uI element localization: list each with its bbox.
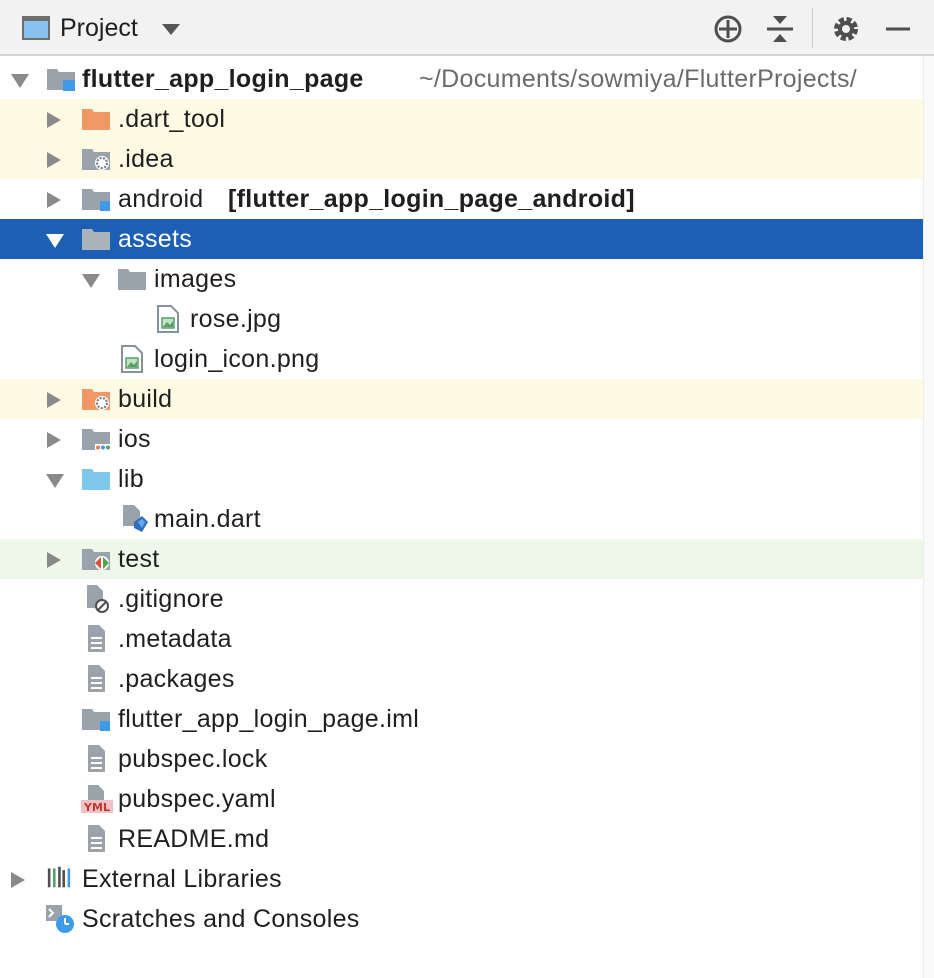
- expand-arrow-icon[interactable]: [82, 274, 100, 288]
- tree-row-rose-jpg[interactable]: rose.jpg: [0, 299, 924, 339]
- tree-row-gitignore[interactable]: .gitignore: [0, 579, 924, 619]
- settings-folder-icon: [82, 149, 110, 170]
- module-name-suffix: [flutter_app_login_page_android]: [228, 185, 635, 213]
- tree-row-pubspec-yaml[interactable]: YML pubspec.yaml: [0, 779, 924, 819]
- tree-row-readme[interactable]: README.md: [0, 819, 924, 859]
- ignore-file-icon: [87, 585, 109, 613]
- source-folder-icon: [82, 469, 110, 490]
- locate-icon[interactable]: [711, 12, 745, 46]
- tree-row-main-dart[interactable]: main.dart: [0, 499, 924, 539]
- tree-row-test[interactable]: test: [0, 539, 924, 579]
- tree-row-pubspec-lock[interactable]: pubspec.lock: [0, 739, 924, 779]
- tree-item-label: test: [118, 545, 160, 573]
- tree-item-label: .dart_tool: [118, 105, 226, 133]
- project-view-icon: [22, 16, 50, 40]
- tree-row-idea[interactable]: .idea: [0, 139, 924, 179]
- tree-item-label: lib: [118, 465, 144, 493]
- tree-row-lib[interactable]: lib: [0, 459, 924, 499]
- tree-item-label: .idea: [118, 145, 174, 173]
- tree-item-label: assets: [118, 225, 193, 253]
- expand-arrow-icon[interactable]: [47, 112, 61, 128]
- text-file-icon: [88, 625, 105, 652]
- tree-item-label: ios: [118, 425, 151, 453]
- libraries-icon: [47, 866, 71, 888]
- tree-item-label: .packages: [118, 665, 235, 693]
- project-toolbar: Project: [0, 0, 934, 56]
- chevron-down-icon[interactable]: [162, 24, 180, 35]
- tree-row-assets[interactable]: assets: [0, 219, 924, 259]
- tree-row-login-icon-png[interactable]: login_icon.png: [0, 339, 924, 379]
- image-file-icon: [157, 305, 179, 333]
- platform-folder-icon: [82, 429, 111, 451]
- scratches-icon: [46, 905, 74, 933]
- expand-arrow-icon[interactable]: [47, 432, 61, 448]
- expand-arrow-icon[interactable]: [47, 192, 61, 208]
- gear-icon[interactable]: [829, 12, 863, 46]
- excluded-folder-icon: [82, 109, 110, 130]
- tree-item-label: login_icon.png: [154, 345, 320, 373]
- vertical-scrollbar[interactable]: [923, 56, 934, 978]
- module-file-icon: [82, 709, 110, 731]
- module-folder-icon: [47, 69, 75, 91]
- tree-row-iml[interactable]: flutter_app_login_page.iml: [0, 699, 924, 739]
- view-selector-label[interactable]: Project: [60, 14, 138, 43]
- tree-item-label: README.md: [118, 825, 270, 853]
- module-folder-icon: [82, 189, 110, 211]
- expand-arrow-icon[interactable]: [47, 152, 61, 168]
- expand-arrow-icon[interactable]: [11, 74, 29, 88]
- project-tree: flutter_app_login_page ~/Documents/sowmi…: [0, 56, 934, 978]
- tree-item-label: android: [118, 185, 204, 213]
- tree-row-images[interactable]: images: [0, 259, 924, 299]
- text-file-icon: [88, 665, 105, 692]
- yaml-file-icon: YML: [81, 785, 113, 814]
- tree-row-dart-tool[interactable]: .dart_tool: [0, 99, 924, 139]
- tree-row-root[interactable]: flutter_app_login_page ~/Documents/sowmi…: [0, 59, 924, 99]
- expand-arrow-icon[interactable]: [46, 234, 64, 248]
- image-file-icon: [121, 345, 143, 373]
- tree-item-label: .metadata: [118, 625, 232, 653]
- tree-row-packages[interactable]: .packages: [0, 659, 924, 699]
- text-file-icon: [88, 745, 105, 772]
- tree-row-ios[interactable]: ios: [0, 419, 924, 459]
- tree-item-label: External Libraries: [82, 865, 282, 893]
- tree-item-label: Scratches and Consoles: [82, 905, 360, 933]
- tree-item-label: main.dart: [154, 505, 261, 533]
- folder-icon: [82, 229, 110, 250]
- tree-row-external-libraries[interactable]: External Libraries: [0, 859, 924, 899]
- tree-row-android[interactable]: android [flutter_app_login_page_android]: [0, 179, 924, 219]
- tree-row-metadata[interactable]: .metadata: [0, 619, 924, 659]
- expand-arrow-icon[interactable]: [47, 552, 61, 568]
- tree-item-label: pubspec.yaml: [118, 785, 276, 813]
- dart-file-icon: [123, 505, 148, 532]
- collapse-all-icon[interactable]: [763, 12, 797, 46]
- toolbar-separator: [812, 8, 813, 48]
- tree-item-label: flutter_app_login_page.iml: [118, 705, 420, 733]
- minimize-icon[interactable]: [881, 12, 915, 46]
- excluded-folder-icon: [82, 389, 110, 410]
- tree-row-build[interactable]: build: [0, 379, 924, 419]
- root-folder-path: ~/Documents/sowmiya/FlutterProjects/: [419, 65, 858, 93]
- tree-item-label: build: [118, 385, 173, 413]
- tree-item-label: images: [154, 265, 237, 293]
- tree-row-scratches[interactable]: Scratches and Consoles: [0, 899, 924, 939]
- tree-item-label: .gitignore: [118, 585, 224, 613]
- test-folder-icon: [82, 549, 110, 570]
- expand-arrow-icon[interactable]: [46, 474, 64, 488]
- folder-icon: [118, 269, 146, 290]
- root-folder-label: flutter_app_login_page: [82, 65, 364, 93]
- text-file-icon: [88, 825, 105, 852]
- expand-arrow-icon[interactable]: [11, 872, 25, 888]
- tree-item-label: rose.jpg: [190, 305, 282, 333]
- tree-item-label: pubspec.lock: [118, 745, 268, 773]
- expand-arrow-icon[interactable]: [47, 392, 61, 408]
- project-tool-window: Project flutter_app_login_page ~/Documen…: [0, 0, 934, 978]
- svg-text:YML: YML: [83, 801, 110, 814]
